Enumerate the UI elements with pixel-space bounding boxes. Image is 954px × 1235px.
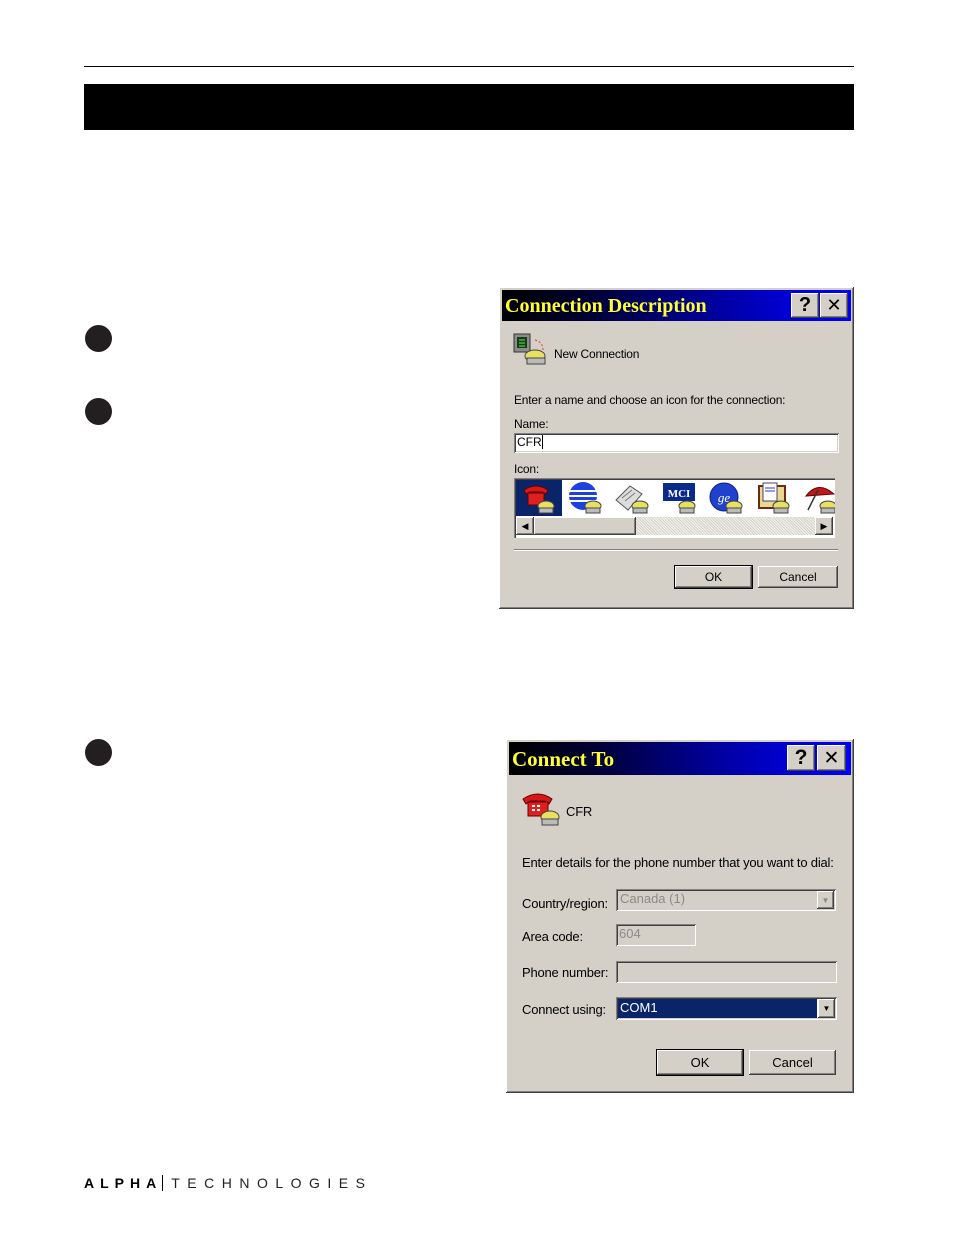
area-code-input[interactable]: 604 [616,924,696,946]
connect-to-dialog: Connect To ? ✕ CFR Enter details for the… [506,739,854,1093]
chevron-down-icon[interactable]: ▼ [818,999,835,1018]
documents-icon [758,482,790,514]
area-code-value: 604 [619,926,641,941]
ok-button[interactable]: OK [656,1049,744,1076]
scroll-thumb[interactable] [534,517,636,535]
cancel-button[interactable]: Cancel [758,566,838,588]
new-connection-label: New Connection [554,347,640,361]
help-button[interactable]: ? [787,745,815,771]
icon-scrollbar[interactable]: ◀ ▶ [516,517,833,535]
step-bullet-1 [85,325,112,352]
icon-label: Icon: [514,462,540,476]
alpha-technologies-logo: ALPHA TECHNOLOGIES [84,1174,372,1192]
newspaper-icon [615,485,649,514]
connection-red-telephone-icon [522,793,560,826]
logo-alpha: ALPHA [84,1175,163,1191]
section-header-bar [84,84,854,130]
scroll-right-button[interactable]: ▶ [815,517,833,535]
scroll-left-button[interactable]: ◀ [516,517,534,535]
title-bar[interactable]: Connection Description ? ✕ [502,290,851,321]
connection-description-dialog: Connection Description ? ✕ New Connectio… [499,287,854,609]
mci-logo-icon: MCI [663,483,696,514]
top-rule [84,66,854,67]
close-button[interactable]: ✕ [817,745,846,771]
name-input[interactable]: CFR​ [514,433,839,453]
country-region-label: Country/region: [522,896,608,911]
cancel-button[interactable]: Cancel [749,1050,836,1075]
icon-option-newspaper[interactable] [610,480,656,516]
umbrella-icon [804,487,835,514]
instruction-text: Enter details for the phone number that … [522,855,834,870]
country-region-select[interactable]: Canada (1) ▼ [616,889,836,911]
icon-option-red-telephone[interactable] [516,480,562,516]
connect-using-label: Connect using: [522,1002,606,1017]
close-button[interactable]: ✕ [820,293,848,318]
area-code-label: Area code: [522,929,583,944]
red-telephone-icon [523,485,555,514]
icon-option-documents[interactable] [751,480,797,516]
connection-name: CFR [566,804,593,819]
connect-using-select[interactable]: COM1 ▼ [616,997,837,1020]
text-cursor: ​ [541,435,543,449]
ok-button[interactable]: OK [674,565,753,589]
svg-text:MCI: MCI [668,488,691,500]
chevron-down-icon[interactable]: ▼ [817,891,834,909]
separator [514,549,838,551]
globe-stripes-icon [569,482,602,514]
step-bullet-2 [85,398,112,425]
help-button[interactable]: ? [791,293,819,318]
icon-picker[interactable]: MCI ge ◀ ▶ [514,478,835,538]
icon-option-umbrella[interactable] [798,480,835,516]
new-connection-icon [513,333,546,365]
logo-technologies: TECHNOLOGIES [171,1175,373,1191]
ge-logo-icon: ge [709,482,743,514]
dialog-title: Connection Description [505,295,707,317]
logo-divider [162,1175,164,1191]
icon-option-globe[interactable] [563,480,609,516]
name-input-value: CFR [517,435,542,449]
step-bullet-3 [85,739,112,766]
icon-option-ge[interactable]: ge [704,480,750,516]
connect-using-value: COM1 [618,999,817,1018]
country-region-value: Canada (1) [620,891,686,906]
phone-number-label: Phone number: [522,965,609,980]
title-bar[interactable]: Connect To ? ✕ [509,742,851,775]
instruction-text: Enter a name and choose an icon for the … [514,393,786,407]
dialog-title: Connect To [512,747,615,771]
name-label: Name: [514,417,549,431]
phone-number-input[interactable] [616,961,837,983]
icon-option-mci[interactable]: MCI [657,480,703,516]
